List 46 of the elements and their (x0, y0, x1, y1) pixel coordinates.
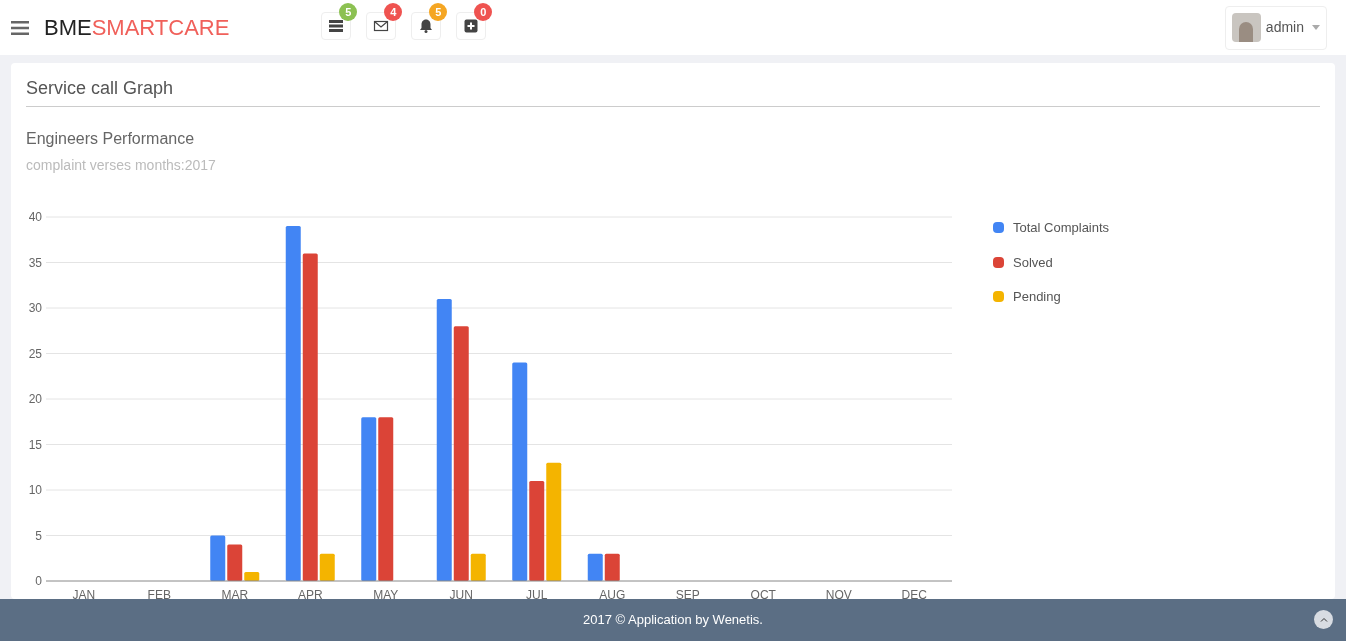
scroll-top-button[interactable] (1314, 610, 1333, 629)
panel-title: Service call Graph (26, 75, 1320, 107)
axis-tick-label: 15 (28, 437, 42, 452)
legend-label: Solved (1013, 253, 1053, 272)
axis-tick-label: 10 (28, 483, 42, 497)
axis-category-label: MAY (373, 588, 399, 602)
menu-icon[interactable] (11, 20, 29, 35)
user-menu-button[interactable]: admin (1224, 5, 1327, 50)
chart-subtitle: complaint verses months:2017 (26, 156, 217, 175)
axis-category-label: APR (297, 588, 323, 602)
chart-title: Engineers Performance (26, 129, 196, 149)
axis-category-label: FEB (147, 588, 171, 602)
axis-category-label: JUN (449, 588, 473, 602)
axis-category-label: AUG (599, 588, 626, 602)
chart-bar (587, 553, 603, 581)
count-badge: 0 (474, 3, 493, 21)
count-badge: 4 (384, 3, 403, 21)
brand-logo[interactable]: BMESMARTCARE (44, 16, 230, 39)
axis-category-label: DEC (901, 588, 927, 602)
axis-category-label: NOV (825, 588, 852, 602)
chart-bar (210, 535, 226, 581)
axis-tick-label: 5 (35, 528, 42, 543)
chevron-up-icon (1319, 617, 1328, 622)
bell-icon (418, 18, 435, 34)
axis-tick-label: 35 (28, 255, 42, 270)
mail-icon (373, 18, 390, 34)
legend-label: Pending (1013, 288, 1061, 306)
axis-tick-label: 30 (28, 301, 42, 315)
legend-label: Total Complaints (1013, 219, 1110, 237)
count-badge: 5 (339, 3, 358, 21)
avatar-icon (1231, 13, 1261, 42)
list-icon (328, 18, 345, 34)
axis-tick-label: 0 (35, 574, 42, 588)
plus-square-icon (463, 18, 480, 34)
axis-tick-label: 25 (28, 346, 42, 361)
axis-category-label: SEP (675, 588, 700, 602)
axis-tick-label: 20 (28, 392, 42, 406)
axis-category-label: JAN (72, 588, 96, 602)
caret-icon (1312, 25, 1320, 30)
axis-category-label: OCT (750, 588, 776, 602)
axis-category-label: MAR (221, 588, 249, 602)
footer-text: 2017 © Application by Wenetis. (583, 611, 763, 630)
axis-tick-label: 40 (28, 210, 42, 224)
chart-bar (604, 553, 620, 581)
axis-category-label: JUL (526, 588, 548, 602)
count-badge: 5 (429, 3, 448, 21)
